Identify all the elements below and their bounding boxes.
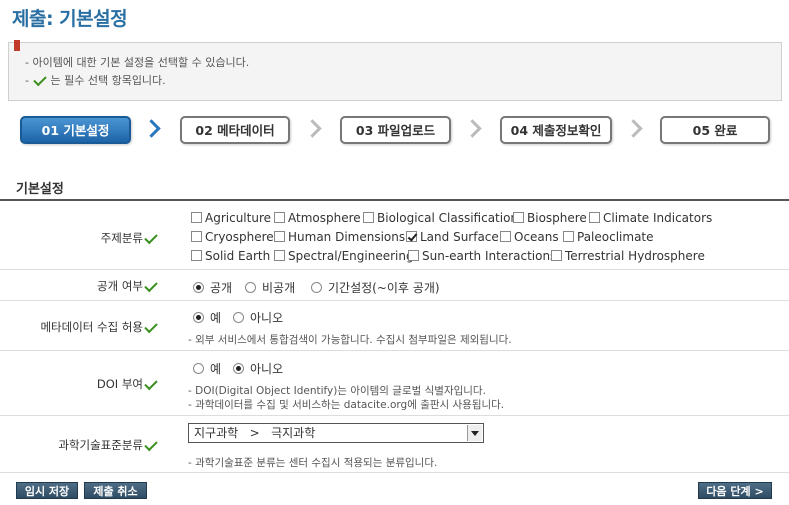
checkbox-box[interactable]: [513, 212, 524, 223]
metadata-harvest-label: 메타데이터 수집 허용: [40, 319, 161, 335]
checkbox-box[interactable]: [589, 212, 600, 223]
divider: [0, 269, 789, 270]
required-check-icon: [144, 437, 158, 451]
checkbox-box[interactable]: [551, 250, 562, 261]
checkbox-box[interactable]: [408, 250, 419, 261]
divider: [0, 415, 789, 416]
checkbox-box[interactable]: [363, 212, 374, 223]
checkbox-paleoclimate[interactable]: Paleoclimate: [563, 230, 654, 244]
chevron-right-icon: [624, 119, 643, 138]
subject-label: 주제분류: [101, 230, 161, 246]
bookmark-icon: [14, 40, 20, 51]
required-check-icon: [33, 72, 48, 87]
checkbox-human-dimensions[interactable]: Human Dimensions: [274, 230, 405, 244]
radio-visibility-private[interactable]: 비공개: [245, 279, 295, 296]
checkbox-box[interactable]: [274, 250, 285, 261]
checkbox-oceans[interactable]: Oceans: [500, 230, 559, 244]
checkbox-box-checked[interactable]: [406, 231, 417, 242]
checkbox-biosphere[interactable]: Biosphere: [513, 211, 587, 225]
info-box: - 아이템에 대한 기본 설정을 선택할 수 있습니다. - 는 필수 선택 항…: [8, 40, 782, 101]
checkbox-box[interactable]: [191, 212, 202, 223]
standard-class-hint: - 과학기술표준 분류는 센터 수집시 적용되는 분류입니다.: [188, 457, 438, 469]
step-metadata[interactable]: 02 메타데이터: [180, 116, 290, 144]
checkbox-solid-earth[interactable]: Solid Earth: [191, 249, 270, 263]
divider: [0, 472, 789, 473]
section-title: 기본설정: [16, 182, 64, 197]
checkbox-spectral-engineering[interactable]: Spectral/Engineering: [274, 249, 414, 263]
checkbox-land-surface[interactable]: Land Surface: [406, 230, 499, 244]
checkbox-cryosphere[interactable]: Cryosphere: [191, 230, 274, 244]
visibility-label: 공개 여부: [97, 278, 161, 294]
checkbox-box[interactable]: [191, 231, 202, 242]
chevron-down-icon[interactable]: [467, 425, 482, 441]
radio-visibility-public[interactable]: 공개: [193, 279, 232, 296]
checkbox-sun-earth-interactions[interactable]: Sun-earth Interactions: [408, 249, 556, 263]
divider: [0, 199, 789, 201]
checkbox-box[interactable]: [274, 231, 285, 242]
checkbox-terrestrial-hydrosphere[interactable]: Terrestrial Hydrosphere: [551, 249, 705, 263]
doi-hint-2: - 과학데이터를 수집 및 서비스하는 datacite.org에 출판시 사용…: [188, 399, 505, 411]
checkbox-climate-indicators[interactable]: Climate Indicators: [589, 211, 712, 225]
cancel-submission-button[interactable]: 제출 취소: [84, 482, 147, 499]
checkbox-box[interactable]: [191, 250, 202, 261]
radio-visibility-scheduled[interactable]: 기간설정(~이후 공개): [311, 279, 440, 296]
required-check-icon: [144, 230, 158, 244]
required-check-icon: [144, 376, 158, 390]
divider: [0, 350, 789, 351]
step-indicator: 01 기본설정 02 메타데이터 03 파일업로드 04 제출정보확인 05 완…: [0, 116, 789, 146]
radio-doi-yes[interactable]: 예: [193, 360, 221, 377]
next-step-button[interactable]: 다음 단계 >: [698, 482, 772, 499]
metadata-harvest-hint: - 외부 서비스에서 통합검색이 가능합니다. 수집시 첨부파일은 제외됩니다.: [188, 334, 512, 346]
step-complete[interactable]: 05 완료: [660, 116, 770, 144]
info-line-1: - 아이템에 대한 기본 설정을 선택할 수 있습니다.: [25, 56, 250, 69]
checkbox-biological-classification[interactable]: Biological Classification: [363, 211, 518, 225]
radio-harvest-no[interactable]: 아니오: [233, 309, 283, 326]
divider: [0, 300, 789, 301]
temp-save-button[interactable]: 임시 저장: [16, 482, 78, 499]
radio-button[interactable]: [311, 282, 322, 293]
chevron-right-icon: [463, 119, 482, 138]
radio-button-selected[interactable]: [193, 312, 204, 323]
radio-button-selected[interactable]: [233, 363, 244, 374]
page-title: 제출: 기본설정: [12, 8, 128, 30]
checkbox-box[interactable]: [500, 231, 511, 242]
chevron-right-icon: [142, 119, 161, 138]
doi-hint-1: - DOI(Digital Object Identify)는 아이템의 글로벌…: [188, 385, 486, 397]
checkbox-atmosphere[interactable]: Atmosphere: [274, 211, 361, 225]
step-basic-settings[interactable]: 01 기본설정: [20, 116, 131, 144]
doi-label: DOI 부여: [97, 376, 161, 392]
radio-harvest-yes[interactable]: 예: [193, 309, 221, 326]
required-check-icon: [144, 319, 158, 333]
radio-button[interactable]: [193, 363, 204, 374]
required-check-icon: [144, 278, 158, 292]
chevron-right-icon: [303, 119, 322, 138]
step-file-upload[interactable]: 03 파일업로드: [340, 116, 451, 144]
standard-class-select[interactable]: 지구과학 > 극지과학: [188, 423, 484, 443]
checkbox-agriculture[interactable]: Agriculture: [191, 211, 271, 225]
standard-class-label: 과학기술표준분류: [58, 437, 161, 453]
checkbox-box[interactable]: [274, 212, 285, 223]
info-line-2: - 는 필수 선택 항목입니다.: [25, 72, 166, 87]
radio-button-selected[interactable]: [193, 282, 204, 293]
radio-doi-no[interactable]: 아니오: [233, 360, 283, 377]
checkbox-box[interactable]: [563, 231, 574, 242]
radio-button[interactable]: [233, 312, 244, 323]
radio-button[interactable]: [245, 282, 256, 293]
step-submission-review[interactable]: 04 제출정보확인: [500, 116, 612, 144]
